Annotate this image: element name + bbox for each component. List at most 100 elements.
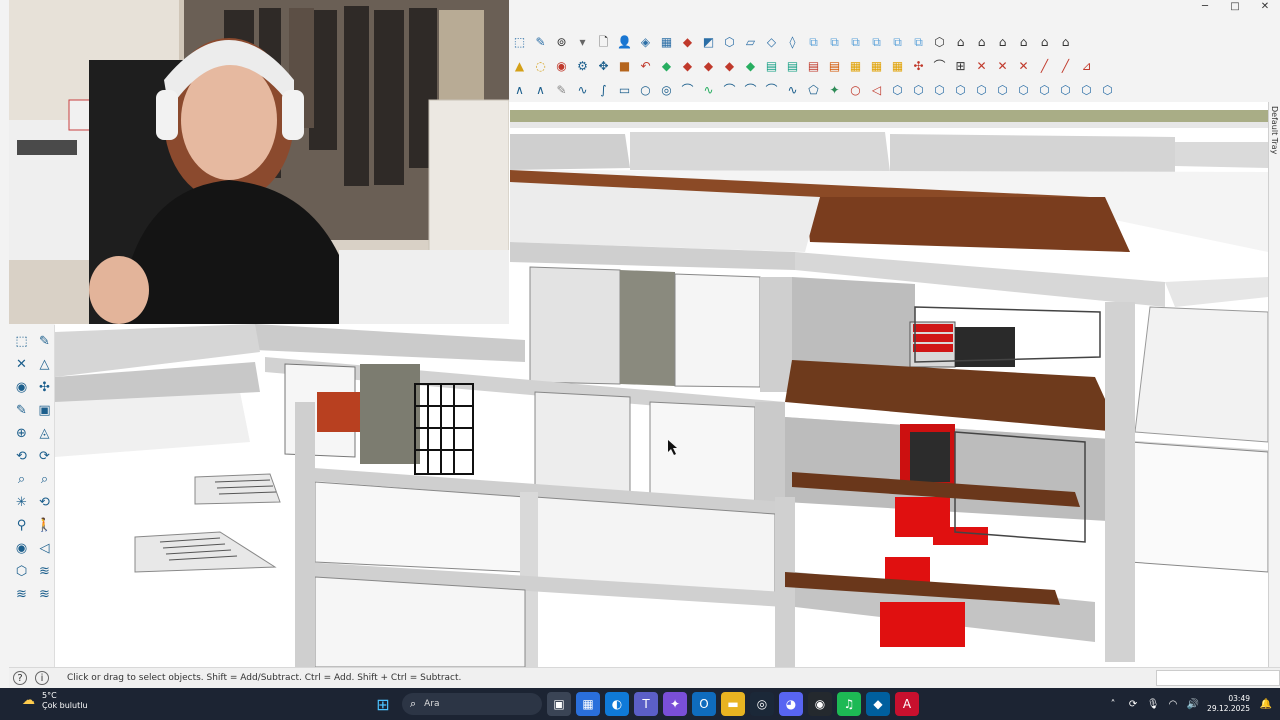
house-front-icon[interactable]: ⌂ (951, 33, 970, 52)
lasso-icon[interactable]: ◌ (531, 57, 550, 76)
help-icon[interactable]: ? (13, 671, 27, 685)
arc-d-icon[interactable]: ⌒ (741, 81, 760, 100)
line-tool-icon[interactable]: ✕ (12, 354, 31, 375)
default-tray-tab[interactable]: Default Tray (1268, 102, 1280, 667)
polygon-icon[interactable]: ⬠ (804, 81, 823, 100)
group-icon[interactable]: ⧉ (846, 33, 865, 52)
close-button[interactable]: ✕ (1250, 0, 1280, 14)
teams-app[interactable]: T (634, 692, 658, 716)
zigzag-icon[interactable]: ∿ (783, 81, 802, 100)
arc-tool-icon[interactable]: ⌒ (930, 57, 949, 76)
minimize-button[interactable]: ─ (1190, 0, 1220, 14)
unlock-icon[interactable]: ⧉ (909, 33, 928, 52)
ungroup-icon[interactable]: ⧉ (867, 33, 886, 52)
plugin-e-icon[interactable]: ◆ (741, 57, 760, 76)
new-file-icon[interactable]: 🗋 (594, 33, 613, 52)
plugin-a-icon[interactable]: ◆ (657, 57, 676, 76)
sketchup-app[interactable]: ◆ (866, 692, 890, 716)
paste-icon[interactable]: ⧉ (825, 33, 844, 52)
house-top-icon[interactable]: ⌂ (1056, 33, 1075, 52)
rotate-tool-icon[interactable]: ⟳ (35, 446, 54, 467)
spline-icon[interactable]: ∫ (594, 81, 613, 100)
lock-icon[interactable]: ⧉ (888, 33, 907, 52)
zoom-window-icon[interactable]: ⌕ (35, 469, 54, 490)
target-icon[interactable]: ◎ (657, 81, 676, 100)
compass-tool-icon[interactable]: ⊕ (12, 423, 31, 444)
select-tool-icon[interactable]: ⬚ (12, 331, 31, 352)
scatter-icon[interactable]: ✣ (909, 57, 928, 76)
notification-icon[interactable]: 🔔 (1256, 694, 1276, 714)
tag-icon[interactable]: ◁ (867, 81, 886, 100)
curve-a-icon[interactable]: ∧ (510, 81, 529, 100)
gear-icon[interactable]: ⚙ (573, 57, 592, 76)
node-a-icon[interactable]: ⬡ (888, 81, 907, 100)
front-view-icon[interactable]: ◇ (762, 33, 781, 52)
node-f-icon[interactable]: ⬡ (993, 81, 1012, 100)
edge-app[interactable]: ◐ (605, 692, 629, 716)
paint-tool-icon[interactable]: ◉ (12, 377, 31, 398)
triangle-tool-icon[interactable]: △ (35, 354, 54, 375)
weather-widget[interactable]: ☁ 5°C Çok bulutlu (22, 691, 88, 711)
task-view-app[interactable]: ▣ (547, 692, 571, 716)
component-icon[interactable]: ◩ (699, 33, 718, 52)
layer-tool-icon[interactable]: ≋ (12, 584, 31, 605)
spray-tool-icon[interactable]: ✣ (35, 377, 54, 398)
clock[interactable]: 03:49 29.12.2025 (1207, 694, 1250, 714)
mic-icon[interactable]: 🎙 (1143, 694, 1163, 714)
arc-b-icon[interactable]: ∿ (699, 81, 718, 100)
plugin-c-icon[interactable]: ◆ (699, 57, 718, 76)
cross-b-icon[interactable]: ✕ (993, 57, 1012, 76)
plugin-f-icon[interactable]: ▤ (762, 57, 781, 76)
zoom-extents-icon[interactable]: ✳ (12, 492, 31, 513)
position-camera-icon[interactable]: ⚲ (12, 515, 31, 536)
circle-icon[interactable]: ○ (636, 81, 655, 100)
curve-b-icon[interactable]: ∧ (531, 81, 550, 100)
eraser-tool-icon[interactable]: ✎ (35, 331, 54, 352)
store-app[interactable]: ▦ (576, 692, 600, 716)
house-side-icon[interactable]: ⌂ (972, 33, 991, 52)
plugin-i-icon[interactable]: ▤ (825, 57, 844, 76)
node-e-icon[interactable]: ⬡ (972, 81, 991, 100)
zoom-tool-icon[interactable]: ⌕ (12, 469, 31, 490)
sync-icon[interactable]: ⟳ (1123, 694, 1143, 714)
box-view-icon[interactable]: ⬡ (930, 33, 949, 52)
plugin-d-icon[interactable]: ◆ (720, 57, 739, 76)
node-g-icon[interactable]: ⬡ (1014, 81, 1033, 100)
wifi-icon[interactable]: ◠ (1163, 694, 1183, 714)
terrain-tool-icon[interactable]: ≋ (35, 584, 54, 605)
select-icon[interactable]: ⬚ (510, 33, 529, 52)
wrench-icon[interactable]: ✦ (825, 81, 844, 100)
top-view-icon[interactable]: ▱ (741, 33, 760, 52)
orbit-tool-icon[interactable]: ⟲ (12, 446, 31, 467)
github-app[interactable]: ◉ (808, 692, 832, 716)
grid-a-icon[interactable]: ▦ (846, 57, 865, 76)
arc-e-icon[interactable]: ⌒ (762, 81, 781, 100)
dimension-icon[interactable]: ⊞ (951, 57, 970, 76)
section-plane-icon[interactable]: ◆ (678, 33, 697, 52)
dropdown-icon[interactable]: ▾ (573, 33, 592, 52)
acrobat-app[interactable]: A (895, 692, 919, 716)
plugin-h-icon[interactable]: ▤ (804, 57, 823, 76)
previous-view-icon[interactable]: ⟲ (35, 492, 54, 513)
house-back-icon[interactable]: ⌂ (993, 33, 1012, 52)
paint-bucket-icon[interactable]: ◈ (636, 33, 655, 52)
line-b-icon[interactable]: ╱ (1056, 57, 1075, 76)
node-j-icon[interactable]: ⬡ (1077, 81, 1096, 100)
volume-icon[interactable]: 🔊 (1183, 694, 1203, 714)
tape-tool-icon[interactable]: ✎ (12, 400, 31, 421)
orbit-icon[interactable]: ⊚ (552, 33, 571, 52)
layers-icon[interactable]: ▦ (657, 33, 676, 52)
outlook-app[interactable]: O (692, 692, 716, 716)
plugin-b-icon[interactable]: ◆ (678, 57, 697, 76)
maximize-button[interactable]: □ (1220, 0, 1250, 14)
node-i-icon[interactable]: ⬡ (1056, 81, 1075, 100)
house-left-icon[interactable]: ⌂ (1014, 33, 1033, 52)
sandbox-tool-icon[interactable]: ≋ (35, 561, 54, 582)
right-view-icon[interactable]: ◊ (783, 33, 802, 52)
arc-c-icon[interactable]: ⌒ (720, 81, 739, 100)
grid-b-icon[interactable]: ▦ (867, 57, 886, 76)
node-d-icon[interactable]: ⬡ (951, 81, 970, 100)
text-tool-icon[interactable]: ▣ (35, 400, 54, 421)
node-h-icon[interactable]: ⬡ (1035, 81, 1054, 100)
iso-view-icon[interactable]: ⬡ (720, 33, 739, 52)
